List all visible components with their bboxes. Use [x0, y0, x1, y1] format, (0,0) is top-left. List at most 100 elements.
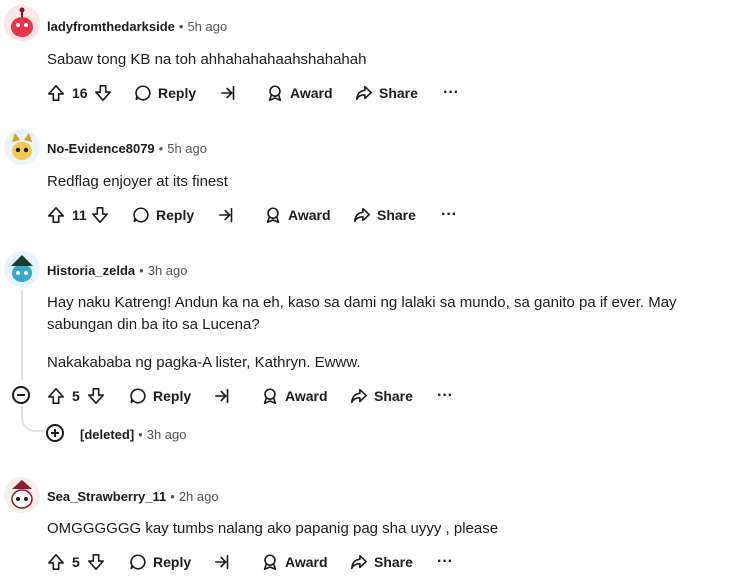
share-arrow-icon [353, 207, 371, 223]
separator-dot: • [158, 141, 164, 156]
more-options-button[interactable]: ··· [443, 84, 459, 102]
reply-label: Reply [153, 388, 192, 404]
upvote-button[interactable] [47, 387, 65, 405]
thread-line [21, 290, 23, 380]
crosspost-button[interactable] [218, 206, 236, 224]
award-label: Award [285, 554, 328, 570]
upvote-button[interactable] [47, 553, 65, 571]
avatar[interactable] [4, 477, 40, 513]
downvote-icon [87, 387, 105, 405]
avatar[interactable] [4, 129, 40, 165]
comment-meta: Sea_Strawberry_11 • 2h ago [47, 489, 219, 504]
separator-dot: • [170, 489, 175, 504]
comment-time[interactable]: 3h ago [148, 263, 188, 278]
crosspost-button[interactable] [220, 84, 238, 102]
comment-bubble-icon [135, 85, 151, 101]
upvote-icon [47, 553, 65, 571]
reply-button[interactable]: Reply [129, 387, 191, 405]
comment-author[interactable]: ladyfromthedarkside [47, 19, 175, 34]
upvote-button[interactable] [47, 206, 65, 224]
comment-actions: 5 Reply Award Share ··· [47, 386, 467, 406]
more-options-button[interactable]: ··· [437, 387, 453, 405]
downvote-button[interactable] [87, 387, 105, 405]
vote-count: 5 [72, 554, 80, 570]
reply-button[interactable]: Reply [132, 206, 194, 224]
share-label: Share [374, 388, 413, 404]
comment-time[interactable]: 2h ago [179, 489, 219, 504]
award-icon [263, 554, 277, 571]
comment-author[interactable]: Sea_Strawberry_11 [47, 489, 166, 504]
award-label: Award [290, 85, 333, 101]
comment-actions: 11 Reply Award Share ··· [47, 205, 467, 225]
upvote-icon [47, 84, 65, 102]
collapse-thread-button[interactable] [12, 386, 30, 404]
vote-count: 16 [72, 85, 88, 101]
award-label: Award [285, 388, 328, 404]
share-button[interactable]: Share [353, 206, 416, 224]
upvote-icon [47, 387, 65, 405]
minus-icon [17, 394, 25, 396]
downvote-icon [94, 84, 112, 102]
share-label: Share [374, 554, 413, 570]
expand-thread-button[interactable] [46, 424, 64, 442]
avatar[interactable] [4, 5, 40, 41]
award-button[interactable]: Award [266, 84, 333, 102]
comment-time[interactable]: 5h ago [167, 141, 207, 156]
more-options-button[interactable]: ··· [437, 553, 453, 571]
award-icon [268, 85, 282, 102]
share-arrow-icon [350, 388, 368, 404]
avatar-snoo-icon [4, 251, 40, 287]
deleted-comment-meta: [deleted] • 3h ago [80, 427, 187, 442]
comment-body-paragraph: Nakakababa ng pagka-A lister, Kathryn. E… [47, 354, 361, 371]
share-button[interactable]: Share [350, 387, 413, 405]
vote-count: 5 [72, 388, 80, 404]
comment-author[interactable]: Historia_zelda [47, 263, 135, 278]
comment-meta: ladyfromthedarkside • 5h ago [47, 19, 227, 34]
separator-dot: • [138, 427, 143, 442]
upvote-button[interactable] [47, 84, 65, 102]
comment-actions: 5 Reply Award Share ··· [47, 552, 467, 572]
crosspost-icon [214, 388, 229, 404]
award-label: Award [288, 207, 331, 223]
avatar-snoo-icon [4, 129, 40, 165]
upvote-icon [47, 206, 65, 224]
share-label: Share [379, 85, 418, 101]
separator-dot: • [139, 263, 144, 278]
more-options-button[interactable]: ··· [441, 206, 457, 224]
comment-bubble-icon [133, 207, 149, 223]
downvote-icon [91, 206, 109, 224]
comment-body: Hay naku Katreng! Andun ka na eh, kaso s… [47, 294, 677, 333]
crosspost-button[interactable] [214, 387, 232, 405]
reply-label: Reply [156, 207, 195, 223]
comment-time[interactable]: 3h ago [147, 427, 187, 442]
downvote-button[interactable] [87, 553, 105, 571]
award-button[interactable]: Award [264, 206, 331, 224]
downvote-icon [87, 553, 105, 571]
reply-button[interactable]: Reply [134, 84, 196, 102]
avatar-snoo-icon [4, 5, 40, 41]
comment-time[interactable]: 5h ago [187, 19, 227, 34]
reply-label: Reply [158, 85, 197, 101]
award-button[interactable]: Award [261, 387, 328, 405]
share-button[interactable]: Share [355, 84, 418, 102]
reply-button[interactable]: Reply [129, 553, 191, 571]
reply-label: Reply [153, 554, 192, 570]
downvote-button[interactable] [94, 84, 112, 102]
comment-bubble-icon [130, 388, 146, 404]
award-icon [263, 388, 277, 405]
comment-meta: Historia_zelda • 3h ago [47, 263, 187, 278]
comment-author[interactable]: No-Evidence8079 [47, 141, 155, 156]
award-button[interactable]: Award [261, 553, 328, 571]
vote-count: 11 [72, 207, 87, 223]
downvote-button[interactable] [91, 206, 109, 224]
separator-dot: • [178, 19, 184, 34]
share-arrow-icon [350, 554, 368, 570]
plus-icon [51, 429, 59, 437]
crosspost-icon [218, 207, 233, 223]
comment-meta: No-Evidence8079 • 5h ago [47, 141, 207, 156]
crosspost-button[interactable] [214, 553, 232, 571]
avatar[interactable] [4, 251, 40, 287]
comment-body: Sabaw tong KB na toh ahhahahahaahshahaha… [47, 51, 367, 68]
share-button[interactable]: Share [350, 553, 413, 571]
thread-connector [21, 404, 45, 432]
